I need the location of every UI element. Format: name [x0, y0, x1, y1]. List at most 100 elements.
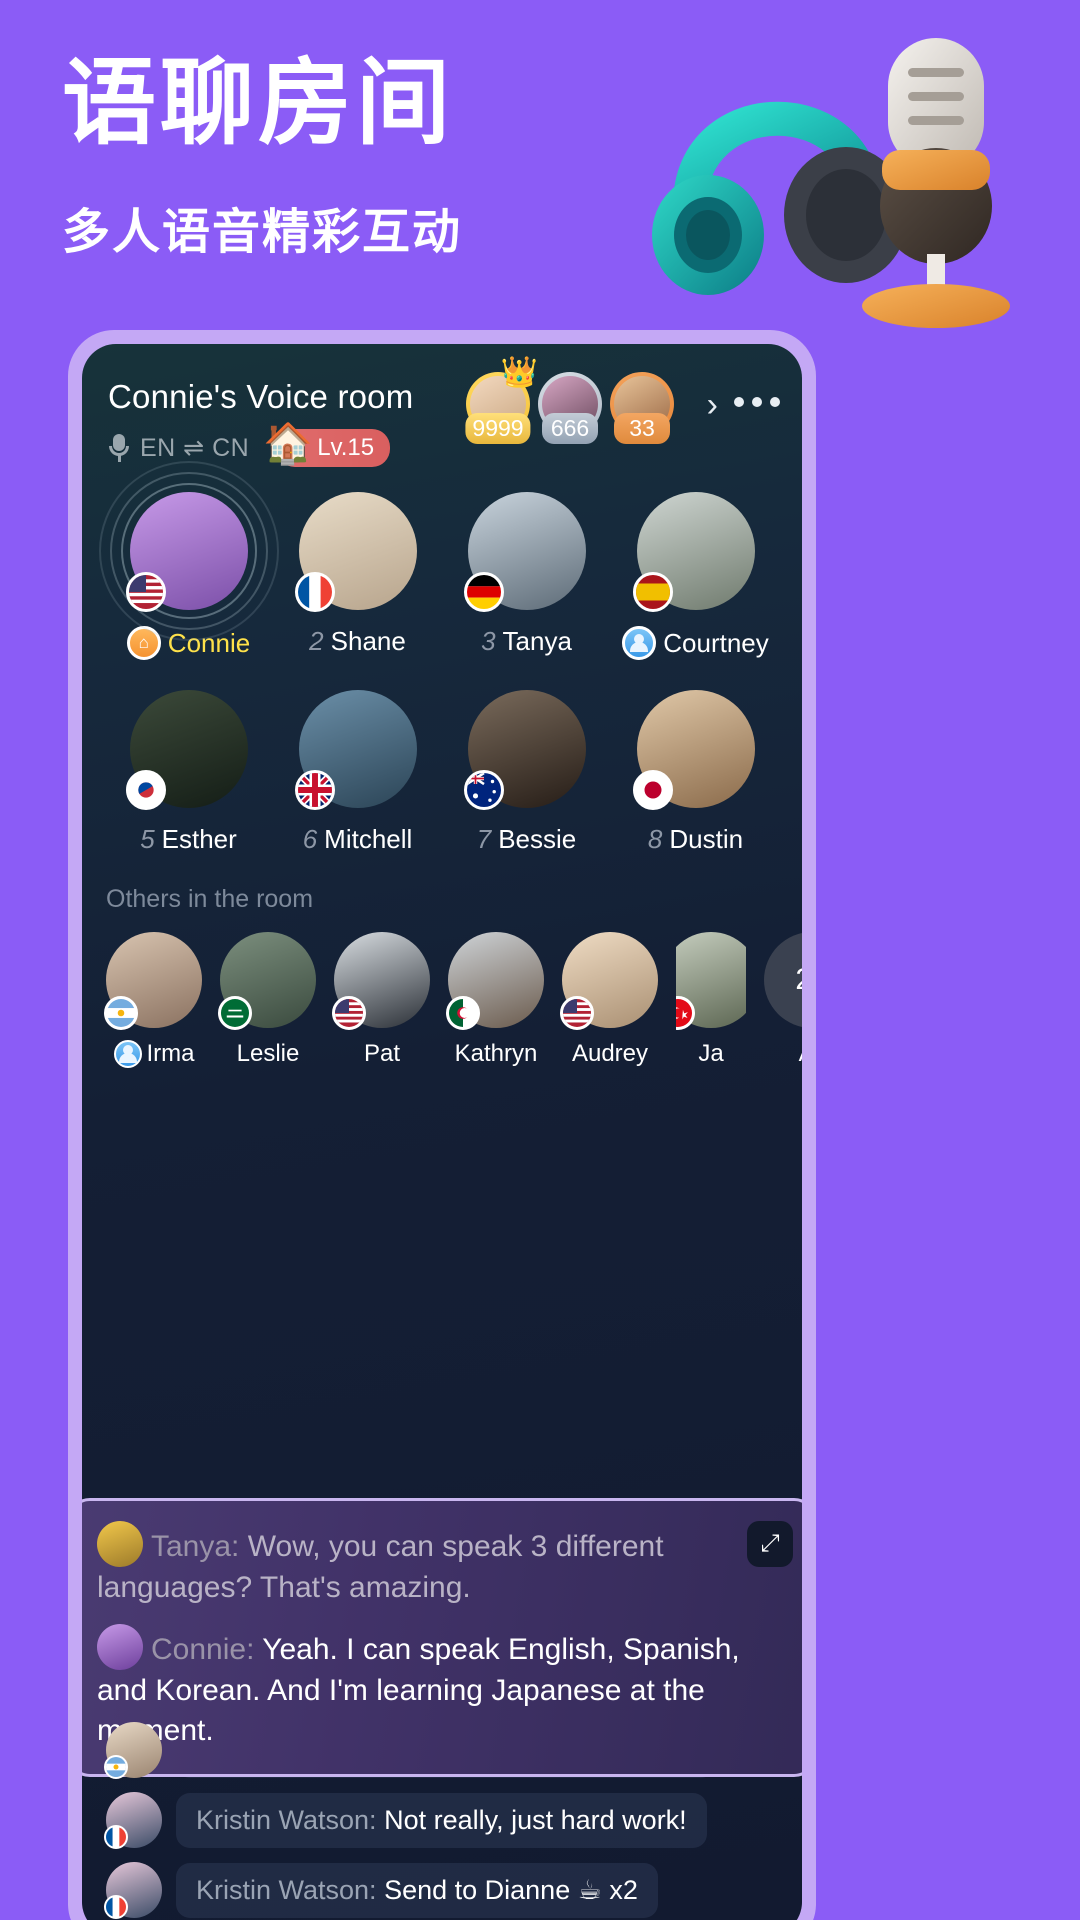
chat-speaker: Kristin Watson:	[196, 1874, 377, 1905]
other-person-leslie[interactable]: Leslie	[218, 932, 316, 1068]
seat-7[interactable]: 7 Bessie	[442, 690, 611, 855]
seat-2[interactable]: 2 Shane	[273, 492, 442, 660]
highlight-speaker: Connie:	[151, 1633, 255, 1666]
avatar[interactable]	[294, 690, 417, 810]
flag-icon-de	[463, 572, 504, 612]
seat-name: Tanya	[502, 626, 572, 656]
others-avatar-row[interactable]: Irma Leslie Pat Kathryn Audrey Ja	[104, 932, 802, 1068]
others-label: Others in the room	[106, 885, 314, 913]
other-name: Leslie	[236, 1040, 300, 1067]
other-name-row: Audrey	[572, 1040, 648, 1068]
flag-icon-fr	[294, 572, 335, 612]
other-person-irma[interactable]: Irma	[104, 932, 202, 1068]
more-options-icon[interactable]	[734, 380, 780, 424]
chat-bubble: Kristin Watson: Not really, just hard wo…	[176, 1792, 707, 1848]
flag-icon-sa	[218, 996, 252, 1030]
chat-text: Not really, just hard work!	[384, 1804, 687, 1835]
seat-index: 5	[140, 824, 155, 854]
other-person-ja[interactable]: Ja	[676, 932, 746, 1068]
flag-icon-es	[632, 572, 673, 612]
seat-name: Courtney	[663, 627, 769, 658]
seat-index: 3	[481, 626, 496, 656]
avatar[interactable]	[560, 932, 658, 1030]
all-label-row: All	[799, 1040, 802, 1068]
other-name-row: Kathryn	[455, 1040, 538, 1068]
avatar	[97, 1624, 143, 1670]
seat-name: Dustin	[669, 824, 744, 854]
headphones-microphone-illustration	[652, 38, 1010, 328]
seat-6[interactable]: 6 Mitchell	[273, 690, 442, 855]
user-icon	[622, 626, 657, 660]
room-meta: EN ⇌ CN 🏠 Lv.15	[108, 424, 776, 467]
chat-message-3[interactable]: Kristin Watson: Send to Dianne ☕ x2	[82, 1862, 802, 1919]
avatar[interactable]	[218, 932, 316, 1030]
contributor-count: 666	[542, 413, 598, 444]
page-subtitle: 多人语音精彩互动	[62, 206, 463, 259]
other-name-row: Irma	[113, 1040, 195, 1068]
other-name: Kathryn	[454, 1040, 538, 1067]
flag-icon-kr	[125, 770, 166, 810]
contributor-count: 33	[614, 413, 670, 444]
chat-speaker: Kristin Watson:	[196, 1804, 377, 1835]
phone-frame: Connie's Voice room EN ⇌ CN 🏠 Lv.15 👑 99…	[68, 330, 816, 1920]
top-contributors[interactable]: 👑 9999 666 33	[465, 358, 674, 444]
flag-icon-us	[125, 572, 166, 612]
chat-text: Send to Dianne ☕ x2	[384, 1874, 638, 1905]
contributor-rank-1[interactable]: 👑 9999	[465, 358, 538, 444]
flag-icon-dz	[446, 996, 480, 1030]
other-name: Audrey	[571, 1040, 649, 1067]
flag-icon-au	[463, 770, 504, 810]
avatar[interactable]	[104, 932, 202, 1030]
other-person-audrey[interactable]: Audrey	[560, 932, 658, 1068]
chevron-right-icon[interactable]: ›	[707, 386, 718, 425]
user-icon	[113, 1040, 142, 1068]
avatar[interactable]	[125, 690, 248, 810]
others-all-button[interactable]: 20 All	[764, 932, 802, 1068]
contributor-count: 9999	[465, 413, 531, 444]
avatar[interactable]	[104, 1722, 162, 1779]
highlighted-message-card[interactable]: ⤢ Tanya: Wow, you can speak 3 different …	[82, 1498, 802, 1777]
avatar[interactable]	[104, 1792, 162, 1849]
avatar[interactable]	[446, 932, 544, 1030]
seat-1[interactable]: ⌂ Connie	[98, 461, 279, 660]
avatar[interactable]	[632, 690, 755, 810]
avatar[interactable]	[104, 1862, 162, 1919]
other-name: Irma	[146, 1040, 195, 1067]
other-name-row: Leslie	[237, 1040, 300, 1068]
all-count[interactable]: 20	[764, 932, 802, 1028]
all-label: All	[799, 1040, 802, 1068]
seat-name-row: 2 Shane	[309, 626, 406, 657]
avatar[interactable]	[463, 690, 586, 810]
house-icon: 🏠	[263, 422, 313, 466]
other-person-kathryn[interactable]: Kathryn	[446, 932, 544, 1068]
avatar[interactable]	[676, 932, 746, 1030]
contributor-rank-3[interactable]: 33	[610, 372, 674, 444]
other-person-pat[interactable]: Pat	[332, 932, 430, 1068]
chat-bubble: Kristin Watson: Send to Dianne ☕ x2	[176, 1862, 658, 1918]
avatar[interactable]	[332, 932, 430, 1030]
seat-name-row: Courtney	[622, 626, 769, 660]
language-pair-label: EN ⇌ CN	[140, 434, 250, 462]
seat-8[interactable]: 8 Dustin	[611, 690, 780, 855]
expand-icon[interactable]: ⤢	[747, 1521, 793, 1567]
room-header: Connie's Voice room EN ⇌ CN 🏠 Lv.15 👑 99…	[82, 344, 802, 467]
seat-name-row: 6 Mitchell	[303, 824, 413, 855]
other-name: Ja	[698, 1040, 724, 1067]
seat-4[interactable]: Courtney	[611, 492, 780, 660]
flag-icon-fr	[104, 1825, 128, 1849]
seat-5[interactable]: 5 Esther	[104, 690, 273, 855]
flag-icon-ar	[104, 1755, 128, 1779]
avatar[interactable]	[98, 461, 279, 641]
chat-message-2[interactable]: Kristin Watson: Not really, just hard wo…	[82, 1792, 802, 1849]
room-level-badge: 🏠 Lv.15	[263, 424, 391, 467]
seat-3[interactable]: 3 Tanya	[442, 492, 611, 660]
other-name-row: Pat	[364, 1040, 400, 1068]
contributor-rank-2[interactable]: 666	[538, 372, 602, 444]
avatar[interactable]	[463, 492, 586, 612]
avatar[interactable]	[294, 492, 417, 612]
flag-icon-ar	[104, 996, 138, 1030]
avatar[interactable]	[632, 492, 755, 612]
page-title: 语聊房间	[62, 50, 455, 155]
seat-index: 7	[476, 824, 492, 854]
seat-name-row: 8 Dustin	[648, 824, 743, 855]
